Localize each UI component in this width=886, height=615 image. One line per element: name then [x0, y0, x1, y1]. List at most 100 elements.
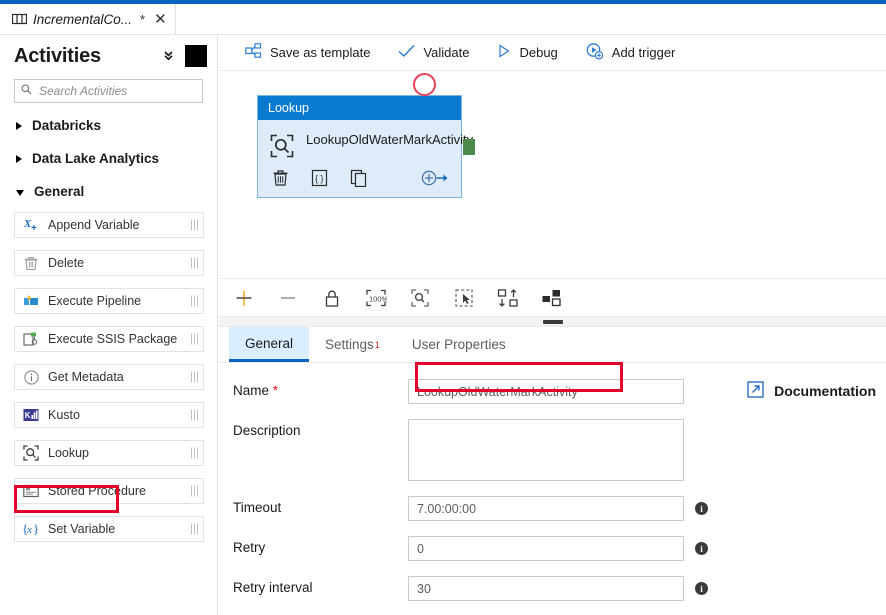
activity-item-append-variable[interactable]: X + Append Variable — [14, 212, 204, 238]
timeout-input[interactable] — [408, 496, 684, 521]
caret-right-icon — [16, 122, 22, 130]
activity-node-body: LookupOldWaterMarkActivity — [258, 120, 461, 165]
add-trigger-button[interactable]: Add trigger — [572, 35, 690, 70]
drag-handle[interactable] — [191, 524, 198, 535]
retry-input[interactable] — [408, 536, 684, 561]
activity-item-execute-pipeline[interactable]: Execute Pipeline — [14, 288, 204, 314]
tab-user-properties[interactable]: User Properties — [396, 327, 522, 362]
trash-icon — [22, 256, 40, 271]
activities-header: Activities — [0, 35, 217, 77]
activity-item-label: Kusto — [48, 408, 80, 422]
tab-settings[interactable]: Settings1 — [309, 327, 396, 362]
zoom-to-fit-icon[interactable] — [409, 287, 431, 309]
pipeline-canvas[interactable]: Lookup LookupOldWaterMarkActivity — [219, 71, 886, 278]
info-icon[interactable]: i — [695, 582, 708, 595]
activity-item-get-metadata[interactable]: Get Metadata — [14, 364, 204, 390]
resize-grip-icon — [543, 320, 563, 324]
search-input[interactable] — [37, 83, 196, 99]
caret-right-icon — [16, 155, 22, 163]
zoom-out-icon[interactable] — [277, 287, 299, 309]
activity-item-lookup[interactable]: Lookup — [14, 440, 204, 466]
activities-sidebar: Activities Databricks — [0, 35, 218, 615]
document-dirty-indicator: * — [140, 12, 145, 27]
name-input[interactable] — [408, 379, 684, 404]
documentation-link[interactable]: Documentation — [747, 381, 876, 401]
description-label: Description — [233, 419, 408, 438]
drag-handle[interactable] — [191, 448, 198, 459]
document-tab[interactable]: IncrementalCo... * ✕ — [0, 4, 176, 34]
retry-interval-input[interactable] — [408, 576, 684, 601]
validate-button[interactable]: Validate — [384, 35, 483, 70]
properties-tab-bar: General Settings1 User Properties — [219, 327, 886, 363]
activity-item-label: Delete — [48, 256, 84, 270]
documentation-label: Documentation — [774, 383, 876, 399]
checkmark-icon — [398, 44, 415, 61]
debug-label: Debug — [519, 45, 557, 60]
sidebar-group-general[interactable]: General — [0, 175, 217, 208]
general-properties-form: Name * Description Timeout i Retry i Ret… — [219, 363, 886, 601]
search-activities-box[interactable] — [14, 79, 203, 103]
pipeline-main-area: Save as template Validate Debug — [219, 35, 886, 615]
activity-node-lookup[interactable]: Lookup LookupOldWaterMarkActivity — [257, 95, 462, 198]
activity-output-connector[interactable] — [463, 139, 475, 155]
sidebar-group-databricks[interactable]: Databricks — [0, 109, 217, 142]
close-icon[interactable]: ✕ — [154, 12, 167, 27]
activity-item-execute-ssis-package[interactable]: Execute SSIS Package — [14, 326, 204, 352]
drag-handle[interactable] — [191, 258, 198, 269]
tab-general[interactable]: General — [229, 327, 309, 362]
play-triangle-icon — [497, 44, 511, 61]
info-icon[interactable]: i — [695, 502, 708, 515]
drag-handle[interactable] — [191, 334, 198, 345]
zoom-in-icon[interactable] — [233, 287, 255, 309]
save-as-template-button[interactable]: Save as template — [231, 35, 384, 70]
chevron-double-down-icon[interactable] — [162, 49, 175, 64]
field-row-retry: Retry i — [219, 536, 886, 561]
activity-item-stored-procedure[interactable]: Stored Procedure — [14, 478, 204, 504]
document-tab-title: IncrementalCo... — [33, 12, 132, 27]
save-as-template-label: Save as template — [270, 45, 370, 60]
activity-status-indicator — [413, 73, 436, 96]
stored-procedure-icon — [22, 484, 40, 498]
retry-label: Retry — [233, 536, 408, 555]
lookup-icon — [270, 134, 294, 161]
info-icon[interactable]: i — [695, 542, 708, 555]
code-brackets-icon[interactable]: { } — [311, 169, 328, 187]
activity-item-label: Stored Procedure — [48, 484, 146, 498]
validate-label: Validate — [423, 45, 469, 60]
layout-icon[interactable] — [541, 287, 563, 309]
panel-resize-handle[interactable] — [219, 316, 886, 327]
lock-icon[interactable] — [321, 287, 343, 309]
activity-item-set-variable[interactable]: { x } Set Variable — [14, 516, 204, 542]
activity-node-type-label: Lookup — [268, 101, 309, 115]
activity-item-label: Get Metadata — [48, 370, 124, 384]
description-input[interactable] — [408, 419, 684, 481]
activity-item-kusto[interactable]: K Kusto — [14, 402, 204, 428]
drag-handle[interactable] — [191, 486, 198, 497]
drag-handle[interactable] — [191, 296, 198, 307]
sidebar-group-label: Databricks — [32, 118, 101, 133]
sidebar-group-label: Data Lake Analytics — [32, 151, 159, 166]
drag-handle[interactable] — [191, 220, 198, 231]
add-output-arrow-icon[interactable] — [421, 169, 449, 187]
zoom-100-percent-icon[interactable]: 100% — [365, 287, 387, 309]
debug-button[interactable]: Debug — [483, 35, 571, 70]
tab-general-label: General — [245, 336, 293, 351]
drag-handle[interactable] — [191, 410, 198, 421]
activity-node-actions: { } — [258, 165, 461, 197]
tab-user-properties-label: User Properties — [412, 337, 506, 352]
auto-align-icon[interactable] — [497, 287, 519, 309]
svg-text:}: } — [33, 522, 39, 536]
sidebar-group-data-lake-analytics[interactable]: Data Lake Analytics — [0, 142, 217, 175]
append-variable-icon: X + — [22, 217, 40, 233]
tab-settings-label: Settings — [325, 337, 374, 352]
field-row-timeout: Timeout i — [219, 496, 886, 521]
add-trigger-icon — [586, 43, 604, 63]
activity-item-delete[interactable]: Delete — [14, 250, 204, 276]
trash-icon[interactable] — [272, 169, 289, 187]
activity-item-label: Execute SSIS Package — [48, 332, 177, 346]
copy-icon[interactable] — [350, 169, 367, 187]
drag-handle[interactable] — [191, 372, 198, 383]
svg-text:K: K — [25, 411, 31, 420]
info-circle-icon — [22, 370, 40, 385]
select-all-icon[interactable] — [453, 287, 475, 309]
